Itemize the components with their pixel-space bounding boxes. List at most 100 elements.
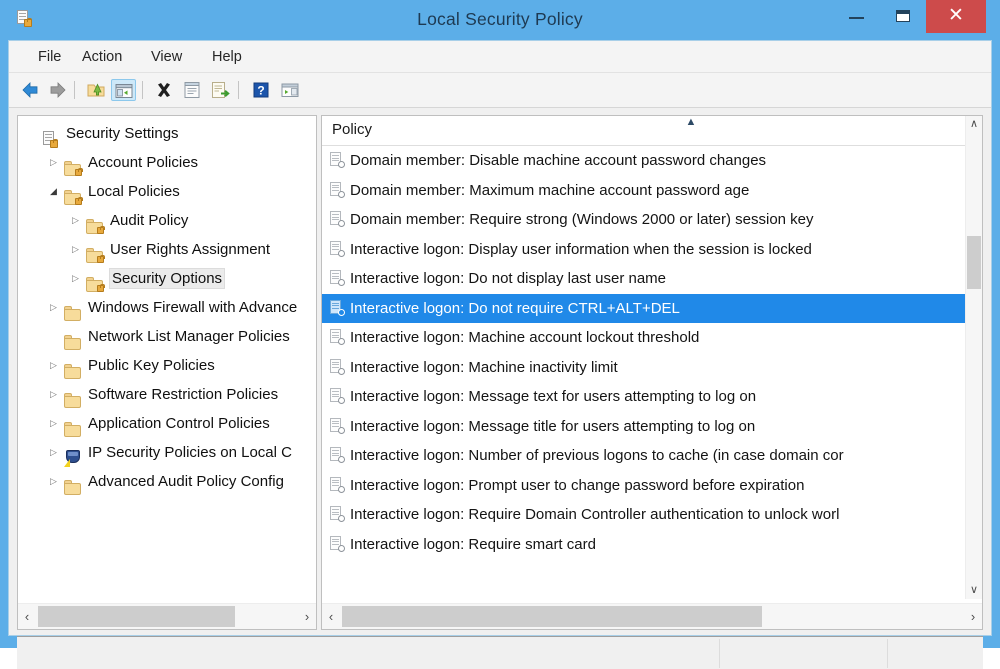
tree-item-local-policies[interactable]: ◢Local Policies — [18, 177, 316, 206]
help-icon[interactable]: ? — [250, 79, 272, 101]
policy-list-hscroll-thumb[interactable] — [342, 606, 762, 627]
toolbar-separator-3 — [238, 81, 239, 99]
scroll-left-arrow[interactable]: ‹ — [18, 604, 36, 629]
tree-item-network-list-manager-policies[interactable]: Network List Manager Policies — [18, 322, 316, 351]
menu-help[interactable]: Help — [205, 46, 249, 68]
forward-arrow-icon[interactable] — [47, 79, 69, 101]
column-header-policy[interactable]: Policy — [332, 121, 372, 138]
client-area: File Action View Help — [8, 40, 992, 636]
policy-row[interactable]: Interactive logon: Do not display last u… — [322, 264, 965, 294]
expand-triangle-icon[interactable]: ▷ — [70, 244, 81, 255]
tree-item-label: Security Settings — [66, 124, 179, 143]
policy-row-label: Interactive logon: Display user informat… — [350, 239, 812, 260]
tree-item-security-settings[interactable]: Security Settings — [18, 119, 316, 148]
scroll-down-arrow[interactable]: ∨ — [966, 582, 982, 599]
scroll-right-arrow[interactable]: › — [964, 604, 982, 629]
policy-row[interactable]: Domain member: Disable machine account p… — [322, 146, 965, 176]
status-divider-2 — [887, 639, 888, 668]
expand-triangle-icon[interactable]: ▷ — [48, 389, 59, 400]
expand-triangle-icon[interactable]: ▷ — [48, 360, 59, 371]
policy-row[interactable]: Interactive logon: Machine inactivity li… — [322, 353, 965, 383]
ipsec-icon — [64, 444, 82, 461]
policy-row[interactable]: Interactive logon: Require smart card — [322, 530, 965, 560]
console-tree-pane: Security Settings ▷ Account Policies ◢Local… — [17, 115, 317, 630]
tree-item-public-key-policies[interactable]: ▷Public Key Policies — [18, 351, 316, 380]
policy-row-label: Interactive logon: Require smart card — [350, 534, 596, 555]
tree-item-application-control-policies[interactable]: ▷Application Control Policies — [18, 409, 316, 438]
delete-icon[interactable] — [153, 79, 175, 101]
policy-row[interactable]: Interactive logon: Do not require CTRL+A… — [322, 294, 965, 324]
tree-item-audit-policy[interactable]: ▷ Audit Policy — [18, 206, 316, 235]
policy-document-icon — [330, 388, 345, 404]
expand-triangle-icon[interactable]: ▷ — [48, 157, 59, 168]
folder-icon — [64, 328, 82, 345]
folder-lock-icon — [86, 241, 104, 258]
tree-item-security-options[interactable]: ▷ Security Options — [18, 264, 316, 293]
folder-lock-icon — [86, 270, 104, 287]
up-folder-icon[interactable] — [85, 79, 107, 101]
list-column-header[interactable]: Policy ▲ — [322, 116, 982, 146]
tree-item-software-restriction-policies[interactable]: ▷Software Restriction Policies — [18, 380, 316, 409]
menu-file[interactable]: File — [31, 46, 68, 68]
svg-text:?: ? — [257, 84, 264, 98]
tree-item-advanced-audit-policy-config[interactable]: ▷Advanced Audit Policy Config — [18, 467, 316, 496]
scroll-right-arrow[interactable]: › — [298, 604, 316, 629]
policy-row[interactable]: Interactive logon: Require Domain Contro… — [322, 500, 965, 530]
expand-triangle-icon[interactable]: ▷ — [48, 418, 59, 429]
policy-document-icon — [330, 536, 345, 552]
policy-list[interactable]: Domain member: Disable machine account p… — [322, 146, 965, 599]
policy-document-icon — [330, 506, 345, 522]
tree-horizontal-scrollbar[interactable]: ‹ › — [18, 603, 316, 629]
toolbar: ? — [9, 73, 991, 108]
title-bar: Local Security Policy ✕ — [0, 0, 1000, 40]
status-divider-1 — [719, 639, 720, 668]
menu-view[interactable]: View — [144, 46, 189, 68]
collapse-triangle-icon[interactable]: ◢ — [48, 186, 59, 197]
tree-item-label: Audit Policy — [110, 211, 188, 230]
policy-row[interactable]: Domain member: Maximum machine account p… — [322, 176, 965, 206]
tree-item-label: Security Options — [110, 269, 224, 288]
expand-triangle-icon[interactable]: ▷ — [48, 447, 59, 458]
export-list-icon[interactable] — [209, 79, 231, 101]
scroll-left-arrow[interactable]: ‹ — [322, 604, 340, 629]
policy-list-vertical-scrollbar[interactable]: ∧ ∨ — [965, 116, 982, 599]
folder-lock-icon — [86, 212, 104, 229]
policy-row[interactable]: Interactive logon: Machine account locko… — [322, 323, 965, 353]
policy-row[interactable]: Interactive logon: Display user informat… — [322, 235, 965, 265]
policy-document-icon — [330, 182, 345, 198]
policy-row[interactable]: Domain member: Require strong (Windows 2… — [322, 205, 965, 235]
expand-triangle-icon[interactable]: ▷ — [70, 273, 81, 284]
policy-list-vscroll-thumb[interactable] — [967, 236, 981, 289]
maximize-button[interactable] — [880, 0, 926, 33]
policy-row[interactable]: Interactive logon: Message title for use… — [322, 412, 965, 442]
policy-list-horizontal-scrollbar[interactable]: ‹ › — [322, 603, 982, 629]
policy-document-icon — [330, 477, 345, 493]
policy-row-label: Interactive logon: Do not require CTRL+A… — [350, 298, 680, 319]
policy-row-label: Interactive logon: Number of previous lo… — [350, 445, 844, 466]
policy-row[interactable]: Interactive logon: Prompt user to change… — [322, 471, 965, 501]
tree-item-user-rights-assignment[interactable]: ▷User Rights Assignment — [18, 235, 316, 264]
minimize-button[interactable] — [834, 0, 880, 33]
close-button[interactable]: ✕ — [926, 0, 986, 33]
show-hide-console-tree-icon[interactable] — [111, 79, 136, 101]
back-arrow-icon[interactable] — [19, 79, 41, 101]
policy-row[interactable]: Interactive logon: Message text for user… — [322, 382, 965, 412]
tree-view[interactable]: Security Settings ▷ Account Policies ◢Local… — [18, 119, 316, 601]
expand-triangle-icon[interactable]: ▷ — [48, 302, 59, 313]
menu-action[interactable]: Action — [75, 46, 129, 68]
properties-icon[interactable] — [181, 79, 203, 101]
tree-item-account-policies[interactable]: ▷ Account Policies — [18, 148, 316, 177]
policy-row[interactable]: Interactive logon: Number of previous lo… — [322, 441, 965, 471]
expand-triangle-icon[interactable]: ▷ — [48, 476, 59, 487]
tree-item-label: Account Policies — [88, 153, 198, 172]
scroll-up-arrow[interactable]: ∧ — [966, 116, 982, 133]
expand-triangle-icon[interactable]: ▷ — [70, 215, 81, 226]
policy-row-label: Domain member: Maximum machine account p… — [350, 180, 749, 201]
tree-item-windows-firewall-with-advance[interactable]: ▷Windows Firewall with Advance — [18, 293, 316, 322]
tree-item-ip-security-policies-on-local-c[interactable]: ▷IP Security Policies on Local C — [18, 438, 316, 467]
tree-hscroll-thumb[interactable] — [38, 606, 235, 627]
tree-item-label: Network List Manager Policies — [88, 327, 290, 346]
show-hide-action-pane-icon[interactable] — [279, 79, 301, 101]
policy-row-label: Interactive logon: Prompt user to change… — [350, 475, 804, 496]
policy-row-label: Interactive logon: Message text for user… — [350, 386, 756, 407]
